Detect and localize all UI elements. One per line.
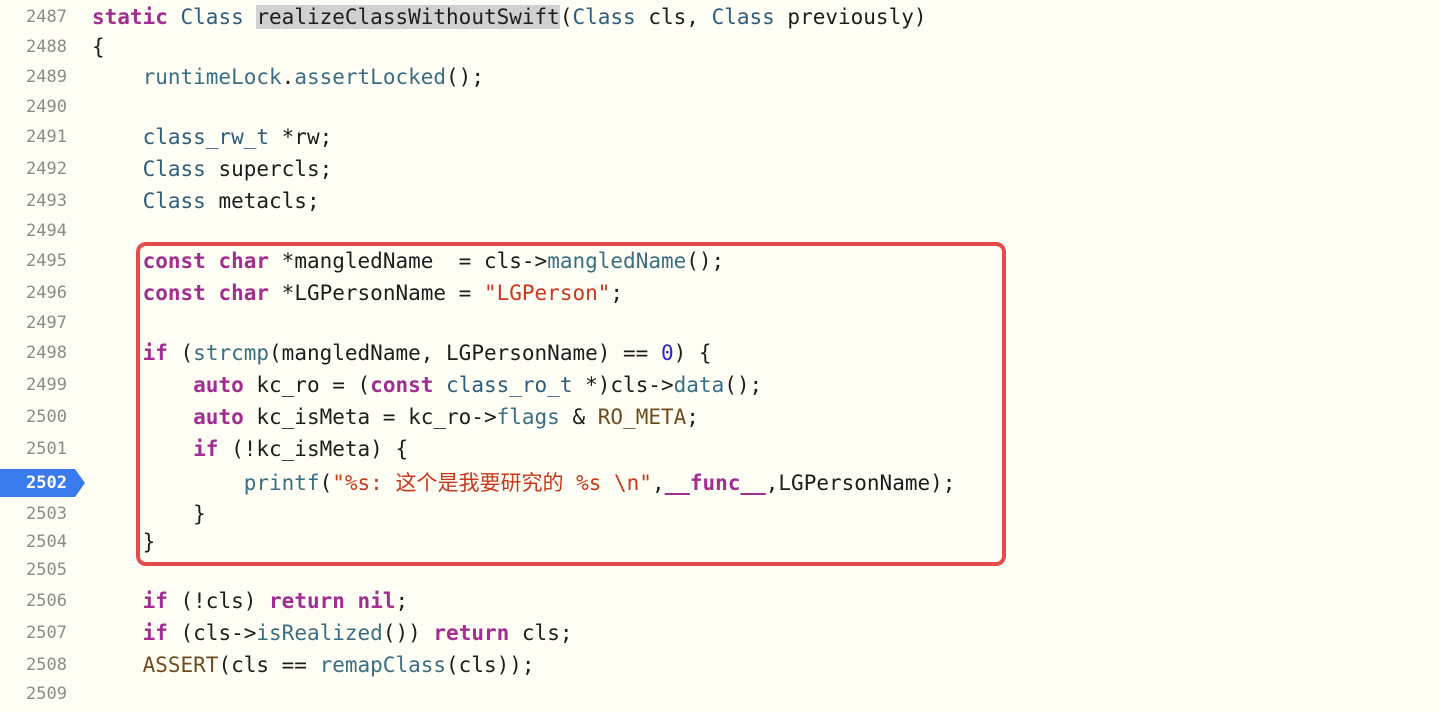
code-line[interactable]: 2487 static Class realizeClassWithoutSwif… bbox=[0, 2, 1440, 32]
code-text: Class metacls; bbox=[92, 188, 320, 214]
keyword-token: if bbox=[142, 589, 168, 613]
keyword-token: nil bbox=[357, 589, 396, 613]
line-number[interactable]: 2504 bbox=[0, 531, 67, 553]
code-token: ()) bbox=[382, 621, 434, 645]
code-line[interactable]: 2508 ASSERT(cls == remapClass(cls)); bbox=[0, 650, 1440, 680]
code-token: (!cls) bbox=[167, 589, 270, 613]
code-token: ( bbox=[559, 5, 573, 29]
code-token: metacls; bbox=[205, 189, 320, 213]
line-number[interactable]: 2506 bbox=[0, 590, 67, 612]
type-token: Class bbox=[572, 5, 636, 29]
line-number[interactable]: 2495 bbox=[0, 250, 67, 272]
line-number[interactable]: 2501 bbox=[0, 438, 67, 460]
type-token: Class bbox=[142, 189, 206, 213]
line-number[interactable]: 2502 bbox=[0, 472, 67, 494]
line-number[interactable]: 2505 bbox=[0, 559, 67, 581]
line-number[interactable]: 2499 bbox=[0, 374, 67, 396]
line-number[interactable]: 2490 bbox=[0, 96, 67, 118]
selected-symbol-token[interactable]: realizeClassWithoutSwift bbox=[256, 5, 560, 29]
line-number[interactable]: 2487 bbox=[0, 6, 67, 28]
macro-token: ASSERT bbox=[142, 653, 219, 677]
keyword-token: return bbox=[269, 589, 345, 613]
line-number[interactable]: 2508 bbox=[0, 654, 67, 676]
keyword-token: if bbox=[142, 621, 168, 645]
keyword-token: static bbox=[92, 5, 168, 29]
identifier-token: remapClass bbox=[319, 653, 447, 677]
code-token: (cls == bbox=[218, 653, 320, 677]
code-line[interactable]: 2492 Class supercls; bbox=[0, 154, 1440, 184]
code-token: cls, bbox=[635, 5, 712, 29]
code-line[interactable]: 2491 class_rw_t *rw; bbox=[0, 122, 1440, 152]
highlight-annotation-box bbox=[136, 242, 1006, 566]
code-editor[interactable]: 2487 static Class realizeClassWithoutSwif… bbox=[0, 0, 1440, 712]
keyword-token: return bbox=[433, 621, 510, 645]
line-number[interactable]: 2493 bbox=[0, 190, 67, 212]
type-token: Class bbox=[180, 5, 244, 29]
line-number[interactable]: 2491 bbox=[0, 126, 67, 148]
identifier-token: assertLocked bbox=[294, 65, 447, 89]
type-token: Class bbox=[711, 5, 775, 29]
code-line[interactable]: 2507 if (cls->isRealized()) return cls; bbox=[0, 618, 1440, 648]
code-token: ; bbox=[395, 589, 409, 613]
type-token: Class bbox=[142, 157, 206, 181]
line-number[interactable]: 2497 bbox=[0, 312, 67, 334]
line-number[interactable]: 2489 bbox=[0, 66, 67, 88]
line-number[interactable]: 2498 bbox=[0, 342, 67, 364]
identifier-token: isRealized bbox=[256, 621, 383, 645]
code-text: runtimeLock.assertLocked(); bbox=[92, 64, 484, 90]
code-token: supercls; bbox=[205, 157, 333, 181]
code-token: (); bbox=[446, 65, 484, 89]
line-number[interactable]: 2503 bbox=[0, 503, 67, 525]
code-line[interactable]: 2488 { bbox=[0, 32, 1440, 62]
code-token: { bbox=[92, 35, 105, 59]
line-number[interactable]: 2509 bbox=[0, 683, 67, 705]
code-text: Class supercls; bbox=[92, 156, 333, 182]
line-number[interactable]: 2507 bbox=[0, 622, 67, 644]
code-token: (cls)); bbox=[446, 653, 535, 677]
identifier-token: runtimeLock bbox=[142, 65, 282, 89]
code-line[interactable]: 2493 Class metacls; bbox=[0, 186, 1440, 216]
line-number[interactable]: 2492 bbox=[0, 158, 67, 180]
type-token: class_rw_t bbox=[142, 125, 270, 149]
code-token: *rw; bbox=[269, 125, 333, 149]
code-line[interactable]: 2509 bbox=[0, 679, 1440, 709]
code-text: if (cls->isRealized()) return cls; bbox=[92, 620, 573, 646]
code-text: ASSERT(cls == remapClass(cls)); bbox=[92, 652, 535, 678]
line-number[interactable]: 2500 bbox=[0, 406, 67, 428]
code-token: . bbox=[281, 65, 295, 89]
code-text: if (!cls) return nil; bbox=[92, 588, 409, 614]
code-line[interactable]: 2489 runtimeLock.assertLocked(); bbox=[0, 62, 1440, 92]
line-number[interactable]: 2496 bbox=[0, 282, 67, 304]
code-text: { bbox=[92, 34, 105, 60]
code-token: (cls-> bbox=[167, 621, 257, 645]
code-token: previously) bbox=[774, 5, 927, 29]
code-token: cls; bbox=[509, 621, 573, 645]
line-number[interactable]: 2488 bbox=[0, 36, 67, 58]
code-line[interactable]: 2490 bbox=[0, 92, 1440, 122]
code-text: static Class realizeClassWithoutSwift(Cl… bbox=[92, 4, 927, 30]
line-number[interactable]: 2494 bbox=[0, 220, 67, 242]
code-text: class_rw_t *rw; bbox=[92, 124, 333, 150]
code-line[interactable]: 2506 if (!cls) return nil; bbox=[0, 586, 1440, 616]
